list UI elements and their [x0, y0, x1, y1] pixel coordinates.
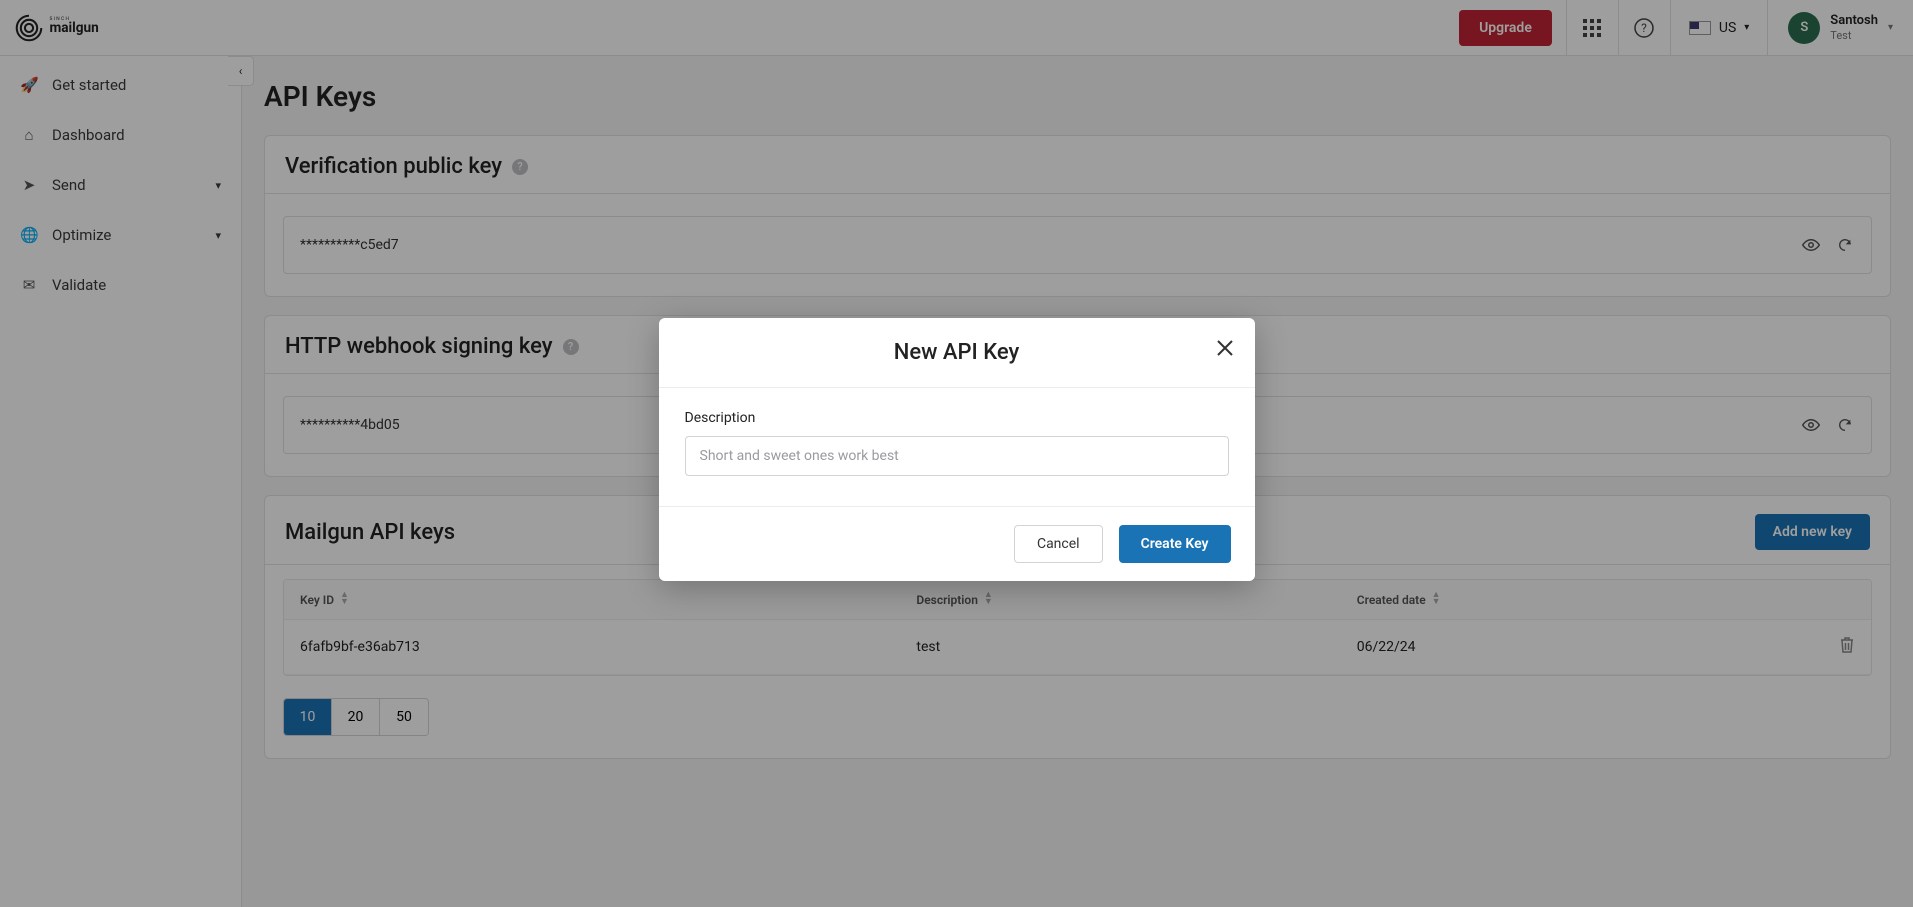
modal-title: New API Key — [894, 340, 1020, 365]
description-label: Description — [685, 410, 1229, 426]
cancel-button[interactable]: Cancel — [1014, 525, 1103, 563]
modal-close-button[interactable] — [1213, 336, 1237, 360]
description-input[interactable] — [685, 436, 1229, 476]
close-icon — [1216, 339, 1234, 357]
modal-footer: Cancel Create Key — [659, 506, 1255, 581]
modal-body: Description — [659, 388, 1255, 506]
new-api-key-modal: New API Key Description Cancel Create Ke… — [659, 318, 1255, 581]
modal-header: New API Key — [659, 318, 1255, 388]
create-key-button[interactable]: Create Key — [1119, 525, 1231, 563]
